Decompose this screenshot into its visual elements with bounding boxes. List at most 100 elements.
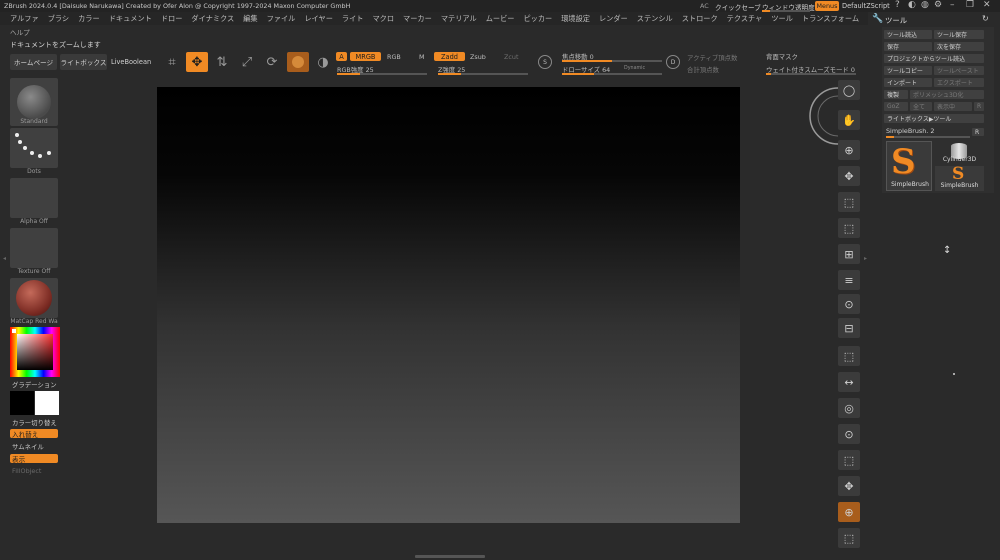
menu-item-19[interactable]: テクスチャ <box>727 14 763 24</box>
weighted-smooth-slider[interactable] <box>766 73 856 75</box>
import-button[interactable]: インポート <box>884 78 932 87</box>
right-shelf-button-13[interactable]: ⊙ <box>838 424 860 444</box>
focal-shift-icon[interactable]: S <box>538 55 552 69</box>
secondary-color-swatch[interactable] <box>35 391 59 415</box>
goz-visible-button[interactable]: 表示中 <box>934 102 972 111</box>
layout-icon[interactable]: ◐ <box>908 0 916 10</box>
goz-button[interactable]: GoZ <box>884 102 908 111</box>
edit-icon[interactable]: ⌗ <box>162 52 182 72</box>
right-shelf-button-15[interactable]: ✥ <box>838 476 860 496</box>
menu-item-2[interactable]: カラー <box>78 14 100 24</box>
material-sphere-icon[interactable] <box>287 52 309 72</box>
save-tool-button[interactable]: ツール保存 <box>934 30 984 39</box>
simplebrush-thumbnail-large[interactable]: S SimpleBrush <box>886 141 932 191</box>
simplebrush-thumbnail-small[interactable]: S SimpleBrush <box>935 164 984 191</box>
draw-size-slider[interactable] <box>562 73 662 75</box>
save-as-button[interactable]: 保存 <box>884 42 932 51</box>
palette-icon[interactable]: ◍ <box>921 0 929 10</box>
minimize-icon[interactable]: – <box>950 0 955 10</box>
rgb-intensity-slider[interactable] <box>337 73 427 75</box>
menu-item-1[interactable]: ブラシ <box>48 14 69 24</box>
right-shelf-button-14[interactable]: ⬚ <box>838 450 860 470</box>
color-hue-ring[interactable] <box>10 327 60 377</box>
right-shelf-button-8[interactable]: ⊙ <box>838 294 860 314</box>
zsub-toggle[interactable]: Zsub <box>470 53 486 61</box>
copy-tool-button[interactable]: ツールコピー <box>884 66 932 75</box>
right-shelf-button-0[interactable]: ◯ <box>838 80 860 100</box>
liveboolean-button[interactable]: LiveBoolean <box>111 58 151 66</box>
menu-item-21[interactable]: トランスフォーム <box>802 14 859 24</box>
right-shelf-button-7[interactable]: ≡ <box>838 270 860 290</box>
rgb-toggle[interactable]: RGB <box>387 53 401 61</box>
scale-icon[interactable]: ⤢ <box>237 52 257 72</box>
current-tool-label[interactable]: SimpleBrush. 2 <box>886 127 934 135</box>
right-shelf-button-9[interactable]: ⊟ <box>838 318 860 338</box>
paste-tool-button[interactable]: ツールペースト <box>934 66 984 75</box>
material-thumbnail[interactable] <box>10 278 58 318</box>
polypaint-icon[interactable]: ◑ <box>313 52 333 72</box>
right-shelf-button-16[interactable]: ⊕ <box>838 502 860 522</box>
backface-mask-toggle[interactable]: 背面マスク <box>766 52 798 61</box>
cylinder3d-thumbnail[interactable]: Cylinder3D <box>935 141 984 165</box>
fillobject-button[interactable]: FillObject <box>12 467 41 475</box>
menu-item-8[interactable]: レイヤー <box>304 14 333 24</box>
menu-item-10[interactable]: マクロ <box>372 14 394 24</box>
ac-label[interactable]: AC <box>700 2 709 10</box>
a-toggle[interactable]: A <box>336 52 347 61</box>
color-picker-marker[interactable] <box>12 329 16 333</box>
swap-button[interactable]: 入れ替え <box>10 429 58 439</box>
left-tray-handle[interactable]: ◂ <box>3 255 8 295</box>
current-tool-r-button[interactable]: R <box>972 128 984 136</box>
menu-item-12[interactable]: マテリアル <box>441 14 477 24</box>
menu-item-17[interactable]: ステンシル <box>637 14 673 24</box>
load-from-project-button[interactable]: プロジェクトからツール読込 <box>884 54 984 63</box>
menu-item-20[interactable]: ツール <box>771 14 793 24</box>
close-icon[interactable]: ✕ <box>983 0 991 10</box>
home-page-button[interactable]: ホームページ <box>10 54 57 70</box>
switch-color-label[interactable]: カラー切り替え <box>12 418 57 427</box>
dynamic-toggle[interactable]: Dynamic <box>624 66 645 71</box>
menu-item-11[interactable]: マーカー <box>403 14 432 24</box>
texture-thumbnail[interactable] <box>10 228 58 268</box>
mrgb-toggle[interactable]: MRGB <box>350 52 381 61</box>
help-menu[interactable]: ヘルプ <box>10 27 30 37</box>
right-shelf-button-17[interactable]: ⬚ <box>838 528 860 548</box>
tool-palette-title[interactable]: ツール <box>885 15 907 26</box>
draw-icon[interactable]: ✥ <box>186 52 208 72</box>
menu-item-15[interactable]: 環境設定 <box>561 14 590 24</box>
menu-item-7[interactable]: ファイル <box>267 14 296 24</box>
right-shelf-button-2[interactable]: ⊕ <box>838 140 860 160</box>
right-tray-handle[interactable]: ▸ <box>864 255 869 295</box>
export-button[interactable]: エクスポート <box>934 78 984 87</box>
menu-item-18[interactable]: ストローク <box>682 14 718 24</box>
zcut-toggle[interactable]: Zcut <box>504 53 518 61</box>
menu-item-16[interactable]: レンダー <box>599 14 628 24</box>
help-icon[interactable]: ? <box>895 0 900 10</box>
right-shelf-button-12[interactable]: ◎ <box>838 398 860 418</box>
move-icon[interactable]: ⇅ <box>212 52 232 72</box>
stroke-thumbnail[interactable] <box>10 128 58 168</box>
m-toggle[interactable]: M <box>419 53 425 61</box>
bottom-tray-handle[interactable] <box>415 555 485 558</box>
make-polymesh-button[interactable]: ポリメッシュ3D化 <box>910 90 984 99</box>
lightbox-tools-button[interactable]: ライトボックス▶ツール <box>884 114 984 123</box>
z-intensity-slider[interactable] <box>438 73 528 75</box>
document-canvas[interactable] <box>157 87 740 523</box>
right-shelf-button-6[interactable]: ⊞ <box>838 244 860 264</box>
main-color-swatch[interactable] <box>10 391 34 415</box>
menu-item-4[interactable]: ドロー <box>161 14 183 24</box>
menu-item-3[interactable]: ドキュメント <box>109 14 152 24</box>
refresh-icon[interactable]: ↻ <box>982 14 989 23</box>
right-shelf-button-10[interactable]: ⬚ <box>838 346 860 366</box>
load-tool-button[interactable]: ツール読込 <box>884 30 932 39</box>
goz-r-button[interactable]: R <box>974 102 984 111</box>
menu-item-5[interactable]: ダイナミクス <box>191 14 234 24</box>
menu-item-14[interactable]: ピッカー <box>523 14 552 24</box>
menus-button[interactable]: Menus <box>815 1 839 11</box>
lightbox-button[interactable]: ライトボックス <box>60 54 107 70</box>
save-next-button[interactable]: 次を保存 <box>934 42 984 51</box>
right-shelf-button-1[interactable]: ✋ <box>838 110 860 130</box>
menu-item-9[interactable]: ライト <box>342 14 364 24</box>
maximize-icon[interactable]: ❐ <box>966 0 974 10</box>
color-sv-square[interactable] <box>17 334 53 370</box>
